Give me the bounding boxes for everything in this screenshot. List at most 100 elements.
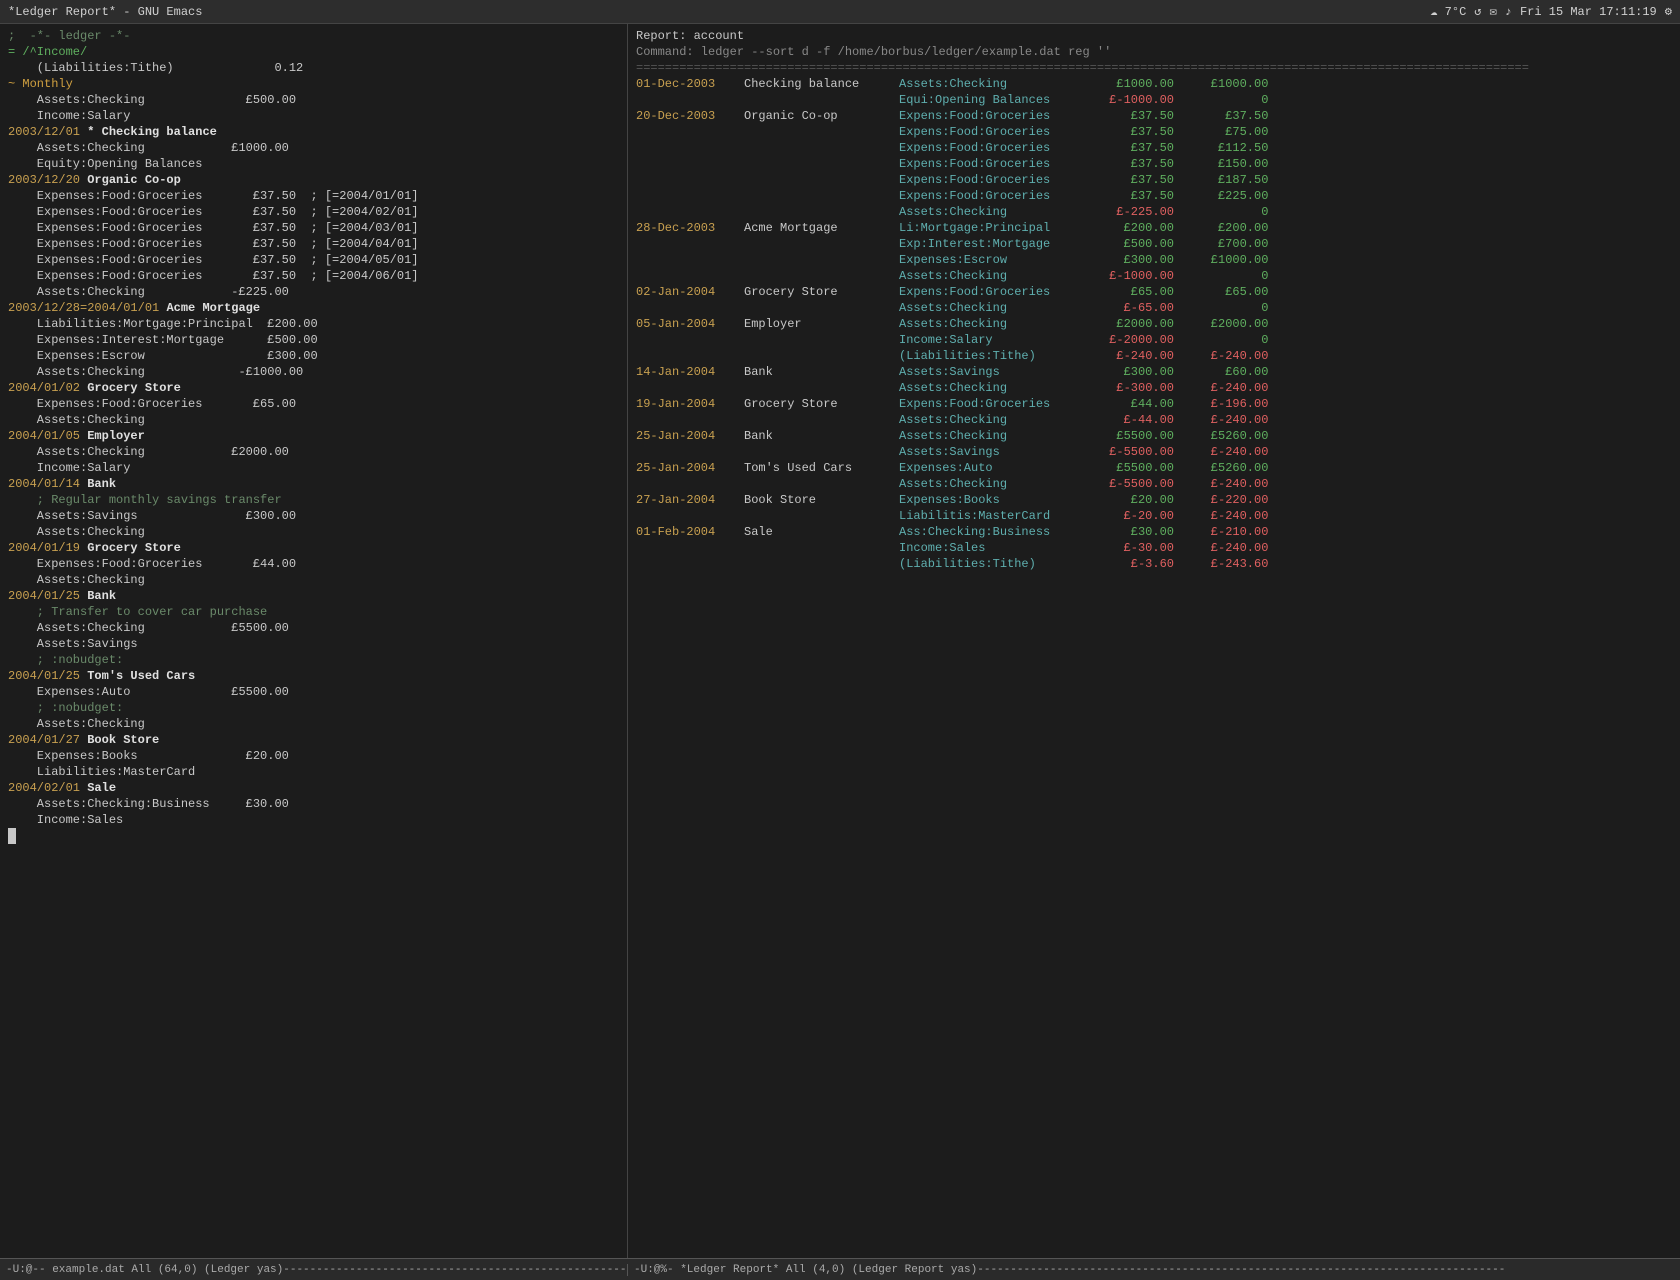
- right-line: Expens:Food:Groceries£37.50 £225.00: [636, 188, 1672, 204]
- right-pane: Report: accountCommand: ledger --sort d …: [628, 24, 1680, 1258]
- right-line: 19-Jan-2004Grocery StoreExpens:Food:Groc…: [636, 396, 1672, 412]
- status-right: -U:@%- *Ledger Report* All (4,0) (Ledger…: [628, 1264, 1680, 1276]
- left-line: Expenses:Food:Groceries £37.50 ; [=2004/…: [8, 236, 619, 252]
- left-line: 2004/02/01 Sale: [8, 780, 619, 796]
- left-pane: ; -*- ledger -*-= /^Income/ (Liabilities…: [0, 24, 628, 1258]
- left-line: Assets:Savings: [8, 636, 619, 652]
- left-line: ~ Monthly: [8, 76, 619, 92]
- left-line: 2004/01/27 Book Store: [8, 732, 619, 748]
- left-line: Assets:Checking: [8, 412, 619, 428]
- left-line: 2004/01/14 Bank: [8, 476, 619, 492]
- left-line: Liabilities:MasterCard: [8, 764, 619, 780]
- left-line: ; -*- ledger -*-: [8, 28, 619, 44]
- right-line: 02-Jan-2004Grocery StoreExpens:Food:Groc…: [636, 284, 1672, 300]
- left-line: Expenses:Food:Groceries £37.50 ; [=2004/…: [8, 268, 619, 284]
- right-line: 20-Dec-2003Organic Co-opExpens:Food:Groc…: [636, 108, 1672, 124]
- left-line: Expenses:Escrow £300.00: [8, 348, 619, 364]
- left-line: ; :nobudget:: [8, 652, 619, 668]
- left-line: = /^Income/: [8, 44, 619, 60]
- right-line: (Liabilities:Tithe)£-3.60 £-243.60: [636, 556, 1672, 572]
- left-line: Assets:Checking:Business £30.00: [8, 796, 619, 812]
- right-line: Assets:Checking£-5500.00 £-240.00: [636, 476, 1672, 492]
- datetime-display: Fri 15 Mar 17:11:19: [1520, 5, 1657, 19]
- weather-display: ☁ 7°C: [1430, 4, 1466, 19]
- left-line: 2004/01/25 Bank: [8, 588, 619, 604]
- right-line: Assets:Savings£-5500.00 £-240.00: [636, 444, 1672, 460]
- title-bar: *Ledger Report* - GNU Emacs ☁ 7°C ↺ ✉ ♪ …: [0, 0, 1680, 24]
- volume-icon[interactable]: ♪: [1505, 5, 1512, 19]
- left-line: Liabilities:Mortgage:Principal £200.00: [8, 316, 619, 332]
- right-line: 27-Jan-2004Book StoreExpenses:Books£20.0…: [636, 492, 1672, 508]
- left-line: Assets:Savings £300.00: [8, 508, 619, 524]
- left-line: Assets:Checking: [8, 716, 619, 732]
- right-line: 01-Feb-2004SaleAss:Checking:Business£30.…: [636, 524, 1672, 540]
- status-left: -U:@-- example.dat All (64,0) (Ledger ya…: [0, 1264, 628, 1276]
- right-line: Equi:Opening Balances£-1000.00 0: [636, 92, 1672, 108]
- right-line: Income:Sales£-30.00 £-240.00: [636, 540, 1672, 556]
- left-line: (Liabilities:Tithe) 0.12: [8, 60, 619, 76]
- left-line: Assets:Checking £1000.00: [8, 140, 619, 156]
- right-line: Assets:Checking£-44.00 £-240.00: [636, 412, 1672, 428]
- right-line: Income:Salary£-2000.00 0: [636, 332, 1672, 348]
- left-line: Assets:Checking -£1000.00: [8, 364, 619, 380]
- left-line: Expenses:Food:Groceries £37.50 ; [=2004/…: [8, 188, 619, 204]
- right-line: Expens:Food:Groceries£37.50 £112.50: [636, 140, 1672, 156]
- left-line: Expenses:Food:Groceries £37.50 ; [=2004/…: [8, 220, 619, 236]
- left-line: ; Transfer to cover car purchase: [8, 604, 619, 620]
- left-line: ; :nobudget:: [8, 700, 619, 716]
- left-line: Assets:Checking: [8, 572, 619, 588]
- left-line: 2003/12/28=2004/01/01 Acme Mortgage: [8, 300, 619, 316]
- right-line: 28-Dec-2003Acme MortgageLi:Mortgage:Prin…: [636, 220, 1672, 236]
- left-line: Income:Salary: [8, 108, 619, 124]
- refresh-icon[interactable]: ↺: [1474, 4, 1481, 19]
- mail-icon[interactable]: ✉: [1490, 4, 1497, 19]
- right-line: Assets:Checking£-225.00 0: [636, 204, 1672, 220]
- left-line: Income:Salary: [8, 460, 619, 476]
- left-line: Expenses:Food:Groceries £44.00: [8, 556, 619, 572]
- right-line: Report: account: [636, 28, 1672, 44]
- left-line: Equity:Opening Balances: [8, 156, 619, 172]
- left-line: Expenses:Food:Groceries £37.50 ; [=2004/…: [8, 252, 619, 268]
- status-bar: -U:@-- example.dat All (64,0) (Ledger ya…: [0, 1258, 1680, 1280]
- right-line: Expenses:Escrow£300.00 £1000.00: [636, 252, 1672, 268]
- left-line: [8, 828, 619, 844]
- right-line: 25-Jan-2004BankAssets:Checking£5500.00 £…: [636, 428, 1672, 444]
- left-line: Expenses:Books £20.00: [8, 748, 619, 764]
- right-line: Assets:Checking£-300.00 £-240.00: [636, 380, 1672, 396]
- left-line: Income:Sales: [8, 812, 619, 828]
- right-content: Report: accountCommand: ledger --sort d …: [636, 28, 1672, 572]
- right-line: Expens:Food:Groceries£37.50 £187.50: [636, 172, 1672, 188]
- right-line: Assets:Checking£-1000.00 0: [636, 268, 1672, 284]
- left-content: ; -*- ledger -*-= /^Income/ (Liabilities…: [8, 28, 619, 844]
- title-bar-right: ☁ 7°C ↺ ✉ ♪ Fri 15 Mar 17:11:19 ⚙: [1430, 4, 1672, 19]
- left-line: Expenses:Food:Groceries £65.00: [8, 396, 619, 412]
- right-line: (Liabilities:Tithe)£-240.00 £-240.00: [636, 348, 1672, 364]
- settings-icon[interactable]: ⚙: [1665, 4, 1672, 19]
- left-line: Expenses:Auto £5500.00: [8, 684, 619, 700]
- left-line: 2003/12/01 * Checking balance: [8, 124, 619, 140]
- right-line: ========================================…: [636, 60, 1672, 76]
- left-line: Assets:Checking £2000.00: [8, 444, 619, 460]
- right-line: Expens:Food:Groceries£37.50 £150.00: [636, 156, 1672, 172]
- left-line: 2004/01/25 Tom's Used Cars: [8, 668, 619, 684]
- left-line: Assets:Checking: [8, 524, 619, 540]
- right-line: Command: ledger --sort d -f /home/borbus…: [636, 44, 1672, 60]
- left-line: ; Regular monthly savings transfer: [8, 492, 619, 508]
- left-line: Expenses:Food:Groceries £37.50 ; [=2004/…: [8, 204, 619, 220]
- left-line: Assets:Checking -£225.00: [8, 284, 619, 300]
- right-line: 05-Jan-2004EmployerAssets:Checking£2000.…: [636, 316, 1672, 332]
- right-line: Expens:Food:Groceries£37.50 £75.00: [636, 124, 1672, 140]
- right-line: 01-Dec-2003Checking balanceAssets:Checki…: [636, 76, 1672, 92]
- left-line: 2004/01/19 Grocery Store: [8, 540, 619, 556]
- left-line: 2004/01/05 Employer: [8, 428, 619, 444]
- left-line: Assets:Checking £5500.00: [8, 620, 619, 636]
- right-line: 14-Jan-2004BankAssets:Savings£300.00 £60…: [636, 364, 1672, 380]
- left-line: Expenses:Interest:Mortgage £500.00: [8, 332, 619, 348]
- right-line: 25-Jan-2004Tom's Used CarsExpenses:Auto£…: [636, 460, 1672, 476]
- left-line: 2003/12/20 Organic Co-op: [8, 172, 619, 188]
- left-line: 2004/01/02 Grocery Store: [8, 380, 619, 396]
- window-title: *Ledger Report* - GNU Emacs: [8, 5, 202, 19]
- left-line: Assets:Checking £500.00: [8, 92, 619, 108]
- right-line: Liabilitis:MasterCard£-20.00 £-240.00: [636, 508, 1672, 524]
- right-line: Assets:Checking£-65.00 0: [636, 300, 1672, 316]
